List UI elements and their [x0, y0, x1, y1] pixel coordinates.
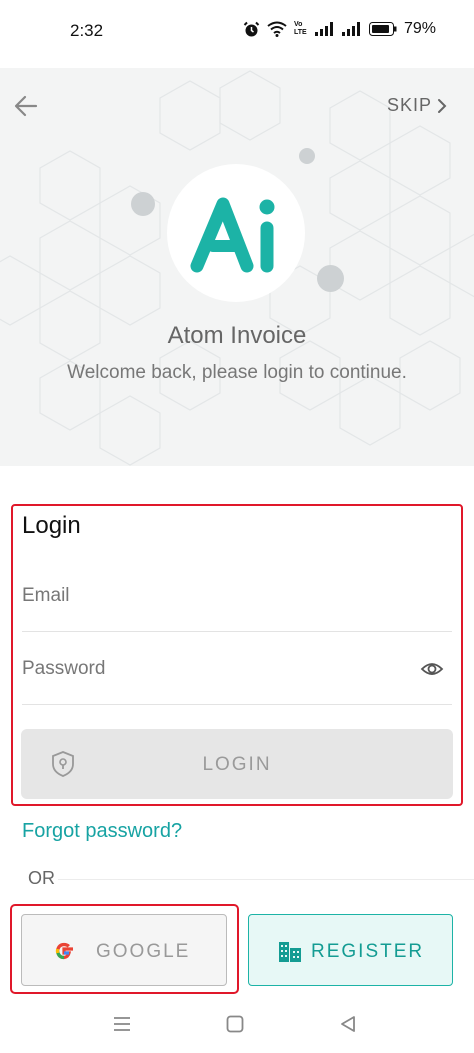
google-button-label: GOOGLE: [96, 941, 191, 962]
welcome-message: Welcome back, please login to continue.: [67, 362, 407, 383]
register-button[interactable]: REGISTER: [248, 914, 453, 986]
eye-icon: [420, 663, 444, 675]
ai-logo-icon: Ai: [190, 197, 275, 273]
status-time: 2:32: [70, 21, 104, 40]
divider-line: [58, 879, 474, 880]
back-button[interactable]: [12, 92, 42, 122]
or-divider-label: OR: [28, 868, 55, 888]
password-input[interactable]: [22, 633, 402, 705]
skip-button[interactable]: SKIP: [387, 95, 448, 116]
chevron-right-icon: [438, 98, 447, 113]
register-button-label: REGISTER: [311, 941, 425, 962]
app-logo: Ai: [167, 164, 305, 302]
email-field: [22, 560, 452, 632]
login-button[interactable]: LOGIN: [21, 729, 453, 799]
decor-dot: [317, 265, 344, 292]
system-nav-bar: [0, 1000, 474, 1053]
google-icon: [55, 942, 73, 960]
google-signin-button[interactable]: GOOGLE: [21, 914, 227, 986]
toggle-password-visibility[interactable]: [420, 657, 444, 686]
password-field: [22, 633, 452, 705]
signal-icon: [314, 22, 333, 36]
forgot-password-link[interactable]: Forgot password?: [22, 820, 182, 843]
alarm-icon: [243, 21, 260, 36]
status-icons: Vo LTE 79%: [243, 20, 436, 38]
email-input[interactable]: [22, 560, 402, 632]
decor-dot: [131, 192, 155, 216]
skip-label: SKIP: [386, 95, 432, 115]
battery-icon: [368, 22, 397, 36]
signal-icon-2: [341, 22, 360, 36]
home-square-icon[interactable]: [225, 1014, 245, 1034]
building-icon: [279, 942, 301, 962]
wifi-icon: [267, 21, 287, 37]
menu-icon[interactable]: [112, 1014, 132, 1034]
status-bar: 2:32 Vo LTE 79%: [0, 0, 474, 64]
hero-header: SKIP Ai Atom Invoice Welcome back, pleas…: [0, 68, 474, 466]
login-button-label: LOGIN: [202, 754, 272, 775]
back-triangle-icon[interactable]: [338, 1014, 358, 1034]
app-name: Atom Invoice: [167, 322, 307, 349]
back-arrow-icon: [14, 95, 38, 117]
battery-percent: 79%: [403, 20, 436, 37]
decor-dot: [299, 148, 315, 164]
volte-label: Vo LTE: [293, 21, 307, 36]
login-title: Login: [22, 512, 81, 539]
